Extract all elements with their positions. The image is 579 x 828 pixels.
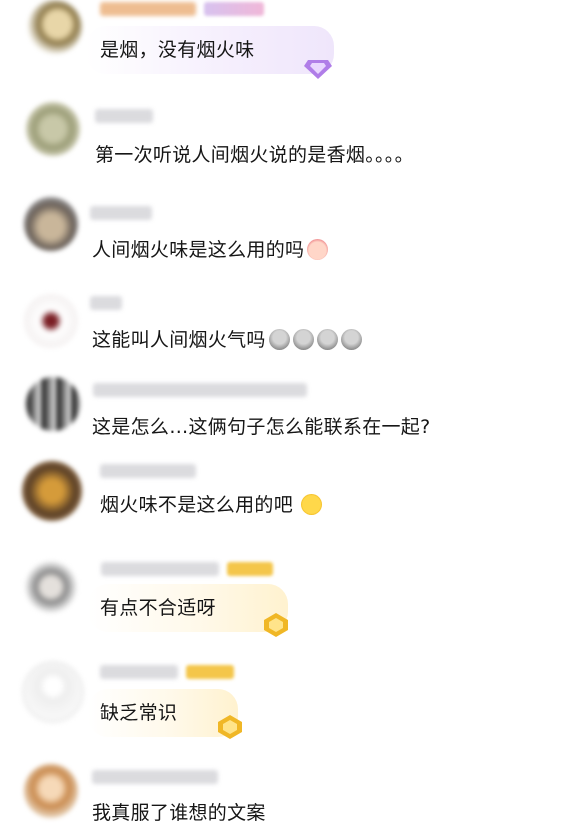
- comment-text: 人间烟火味是这么用的吗: [92, 237, 329, 263]
- comment-text: 我真服了谁想的文案: [92, 802, 266, 824]
- avatar[interactable]: [22, 461, 82, 521]
- rock-face-emoji-icon: [340, 329, 362, 350]
- comment-text-content: 烟火味不是这么用的吧: [100, 494, 294, 516]
- avatar[interactable]: [26, 102, 80, 156]
- username[interactable]: [90, 206, 152, 220]
- comment-text: 这是怎么…这俩句子怎么能联系在一起?: [92, 416, 431, 438]
- username[interactable]: [101, 562, 219, 576]
- comment-text: 是烟，没有烟火味: [100, 39, 255, 61]
- username[interactable]: [93, 383, 307, 397]
- avatar[interactable]: [24, 764, 78, 818]
- username[interactable]: [90, 296, 122, 310]
- avatar[interactable]: [24, 197, 78, 251]
- crying-baby-emoji-icon: [307, 239, 329, 260]
- vip-badge: [186, 665, 234, 679]
- comment-text: 烟火味不是这么用的吧: [100, 492, 323, 518]
- laugh-cry-emoji-icon: [301, 494, 323, 515]
- avatar[interactable]: [22, 661, 84, 723]
- avatar[interactable]: [24, 294, 78, 348]
- comment-text: 缺乏常识: [100, 702, 178, 724]
- avatar[interactable]: [26, 377, 80, 431]
- comment-text-content: 这能叫人间烟火气吗: [92, 329, 266, 351]
- comment-text: 第一次听说人间烟火说的是香烟。。。。: [95, 144, 414, 166]
- username[interactable]: [100, 2, 196, 16]
- avatar[interactable]: [28, 0, 82, 54]
- rock-face-emoji-icon: [268, 329, 290, 350]
- diamond-bubble-icon: [304, 60, 332, 79]
- comment-text: 这能叫人间烟火气吗: [92, 327, 362, 353]
- rock-face-emoji-icon: [316, 329, 338, 350]
- username[interactable]: [100, 665, 178, 679]
- comment-text-content: 人间烟火味是这么用的吗: [92, 239, 305, 261]
- avatar[interactable]: [24, 560, 78, 614]
- username[interactable]: [100, 464, 196, 478]
- rock-face-emoji-icon: [292, 329, 314, 350]
- comment-text: 有点不合适呀: [100, 597, 216, 619]
- username[interactable]: [92, 770, 218, 784]
- gold-gem-bubble-icon: [218, 715, 242, 739]
- vip-badge: [227, 562, 273, 576]
- username[interactable]: [95, 109, 153, 123]
- vip-badge: [204, 2, 264, 16]
- gold-gem-bubble-icon: [264, 613, 288, 637]
